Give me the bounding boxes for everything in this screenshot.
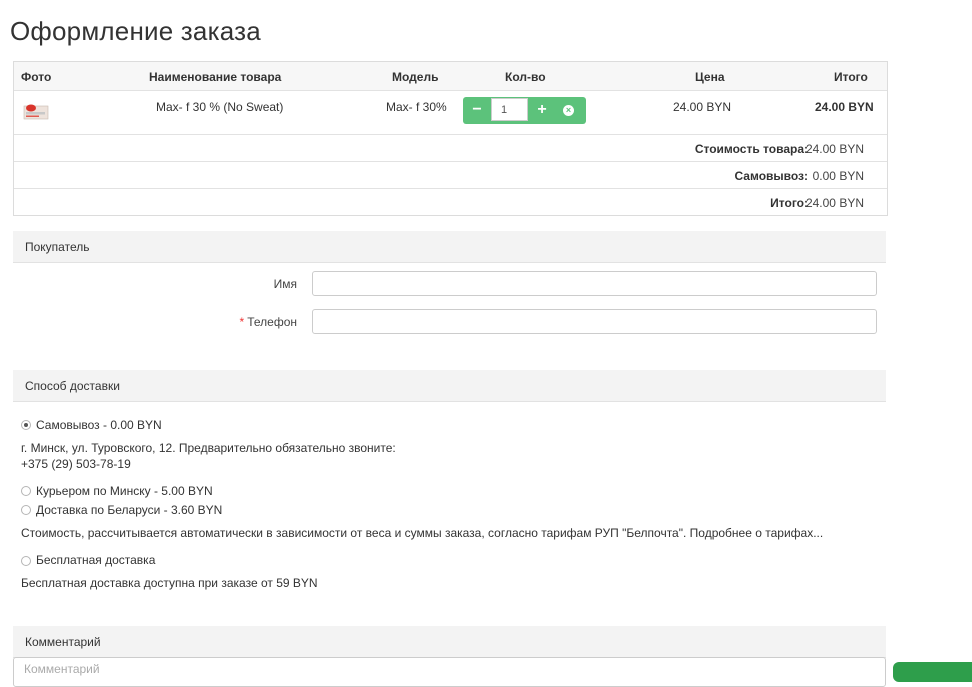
comment-section-title: Комментарий bbox=[25, 635, 101, 649]
pickup-note: г. Минск, ул. Туровского, 12. Предварите… bbox=[21, 441, 396, 471]
quantity-input[interactable]: 1 bbox=[491, 98, 528, 121]
quantity-stepper: − 1 + × bbox=[463, 97, 586, 124]
increase-quantity-button[interactable]: + bbox=[529, 97, 555, 124]
summary-row-total: Итого: 24.00 BYN bbox=[14, 188, 887, 215]
grand-total-label: Итого: bbox=[770, 196, 808, 210]
summary-row-subtotal: Стоимость товара: 24.00 BYN bbox=[14, 134, 887, 161]
buyer-section-title: Покупатель bbox=[25, 240, 90, 254]
cart-item-row: Max- f 30 % (No Sweat) Max- f 30% − 1 + … bbox=[14, 90, 887, 134]
comment-section-header: Комментарий bbox=[13, 626, 886, 658]
delivery-radio-free[interactable] bbox=[21, 556, 31, 566]
col-name: Наименование товара bbox=[149, 70, 282, 84]
comment-textarea[interactable]: Комментарий bbox=[13, 657, 886, 687]
shipping-value: 0.00 BYN bbox=[812, 169, 864, 183]
col-model: Модель bbox=[392, 70, 439, 84]
delivery-radio-post[interactable] bbox=[21, 505, 31, 515]
phone-input[interactable] bbox=[312, 309, 877, 334]
name-input[interactable] bbox=[312, 271, 877, 296]
product-name[interactable]: Max- f 30 % (No Sweat) bbox=[156, 100, 283, 114]
submit-order-button[interactable] bbox=[893, 662, 972, 682]
buyer-section-header: Покупатель bbox=[13, 231, 886, 263]
remove-item-icon[interactable]: × bbox=[563, 105, 574, 116]
post-tariff-note: Стоимость, рассчитывается автоматически … bbox=[21, 526, 824, 540]
page-title: Оформление заказа bbox=[10, 16, 261, 46]
delivery-option-post[interactable]: Доставка по Беларуси - 3.60 BYN bbox=[36, 503, 222, 517]
grand-total-value: 24.00 BYN bbox=[805, 196, 864, 210]
product-thumbnail[interactable] bbox=[23, 100, 49, 122]
phone-label: * Телефон bbox=[239, 315, 297, 329]
delivery-section-header: Способ доставки bbox=[13, 370, 886, 402]
delivery-section-title: Способ доставки bbox=[25, 379, 120, 393]
col-photo: Фото bbox=[21, 70, 52, 84]
name-label: Имя bbox=[273, 277, 297, 291]
delivery-option-pickup[interactable]: Самовывоз - 0.00 BYN bbox=[36, 418, 162, 432]
col-price: Цена bbox=[695, 70, 725, 84]
delivery-option-courier[interactable]: Курьером по Минску - 5.00 BYN bbox=[36, 484, 213, 498]
col-total: Итого bbox=[834, 70, 868, 84]
product-price: 24.00 BYN bbox=[673, 100, 732, 114]
shipping-label: Самовывоз: bbox=[734, 169, 808, 183]
free-delivery-note: Бесплатная доставка доступна при заказе … bbox=[21, 576, 318, 590]
delivery-radio-courier[interactable] bbox=[21, 486, 31, 496]
product-total: 24.00 BYN bbox=[815, 100, 874, 114]
subtotal-value: 24.00 BYN bbox=[805, 142, 864, 156]
subtotal-label: Стоимость товара: bbox=[694, 142, 808, 156]
cart-table: Фото Наименование товара Модель Кол-во Ц… bbox=[13, 61, 888, 216]
decrease-quantity-button[interactable]: − bbox=[463, 97, 491, 124]
delivery-option-free[interactable]: Бесплатная доставка bbox=[36, 553, 155, 567]
delivery-radio-pickup[interactable] bbox=[21, 420, 31, 430]
summary-row-shipping: Самовывоз: 0.00 BYN bbox=[14, 161, 887, 188]
product-model: Max- f 30% bbox=[386, 100, 447, 114]
cart-header-row: Фото Наименование товара Модель Кол-во Ц… bbox=[14, 62, 887, 90]
col-qty: Кол-во bbox=[505, 70, 546, 84]
required-mark: * bbox=[239, 315, 245, 329]
